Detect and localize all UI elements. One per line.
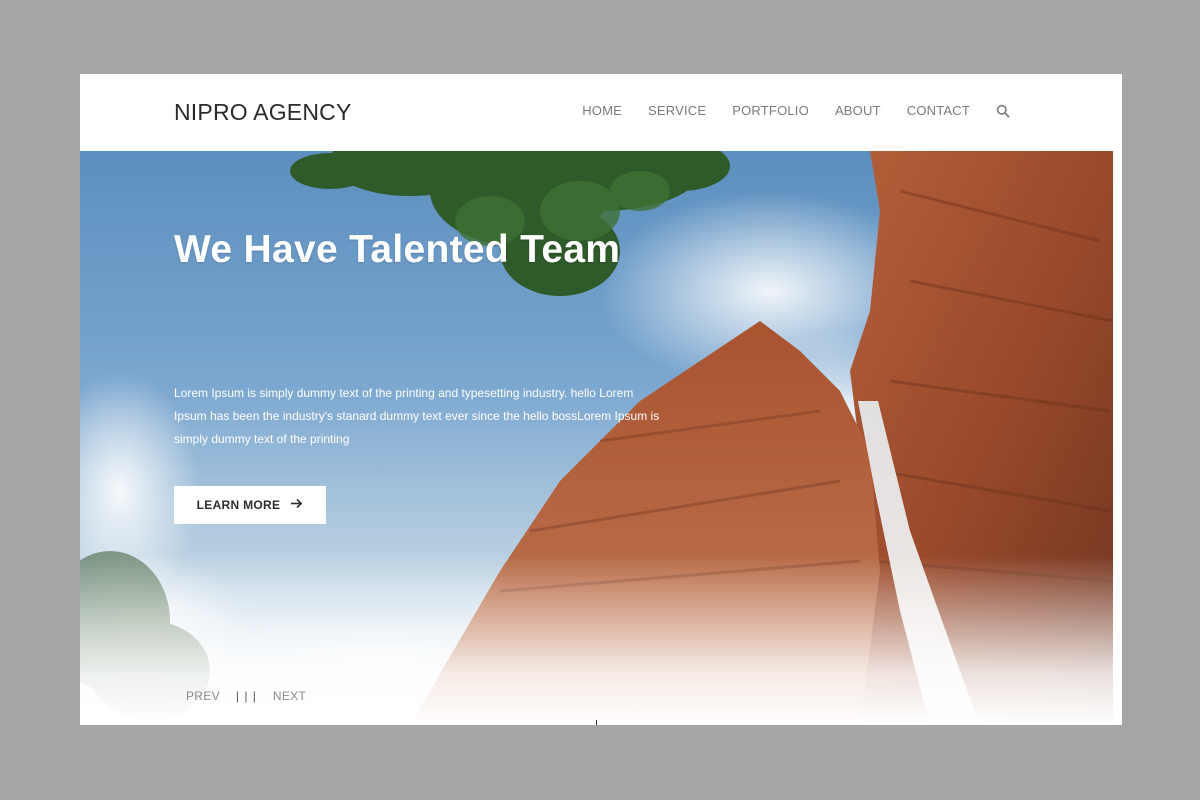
nav-portfolio[interactable]: PORTFOLIO	[732, 103, 809, 118]
search-icon[interactable]	[996, 104, 1010, 118]
page-frame: NIPRO AGENCY HOME SERVICE PORTFOLIO ABOU…	[80, 74, 1122, 725]
frame-right-edge	[1113, 151, 1122, 725]
site-header: NIPRO AGENCY HOME SERVICE PORTFOLIO ABOU…	[80, 74, 1122, 151]
scroll-indicator	[596, 720, 597, 725]
hero-title: We Have Talented Team	[174, 228, 621, 271]
pager-separator: | | |	[235, 689, 257, 703]
hero-description: Lorem Ipsum is simply dummy text of the …	[174, 386, 660, 446]
nav-service[interactable]: SERVICE	[648, 103, 706, 118]
slider-pager: PREV | | | NEXT	[186, 689, 306, 703]
learn-more-button[interactable]: LEARN MORE	[174, 486, 326, 524]
main-nav: HOME SERVICE PORTFOLIO ABOUT CONTACT	[582, 103, 1010, 118]
next-button[interactable]: NEXT	[273, 689, 306, 703]
nav-home[interactable]: HOME	[582, 103, 622, 118]
nav-about[interactable]: ABOUT	[835, 103, 881, 118]
prev-button[interactable]: PREV	[186, 689, 220, 703]
nav-contact[interactable]: CONTACT	[907, 103, 970, 118]
learn-more-label: LEARN MORE	[196, 498, 281, 512]
arrow-right-icon	[290, 498, 303, 512]
site-logo[interactable]: NIPRO AGENCY	[174, 99, 352, 126]
